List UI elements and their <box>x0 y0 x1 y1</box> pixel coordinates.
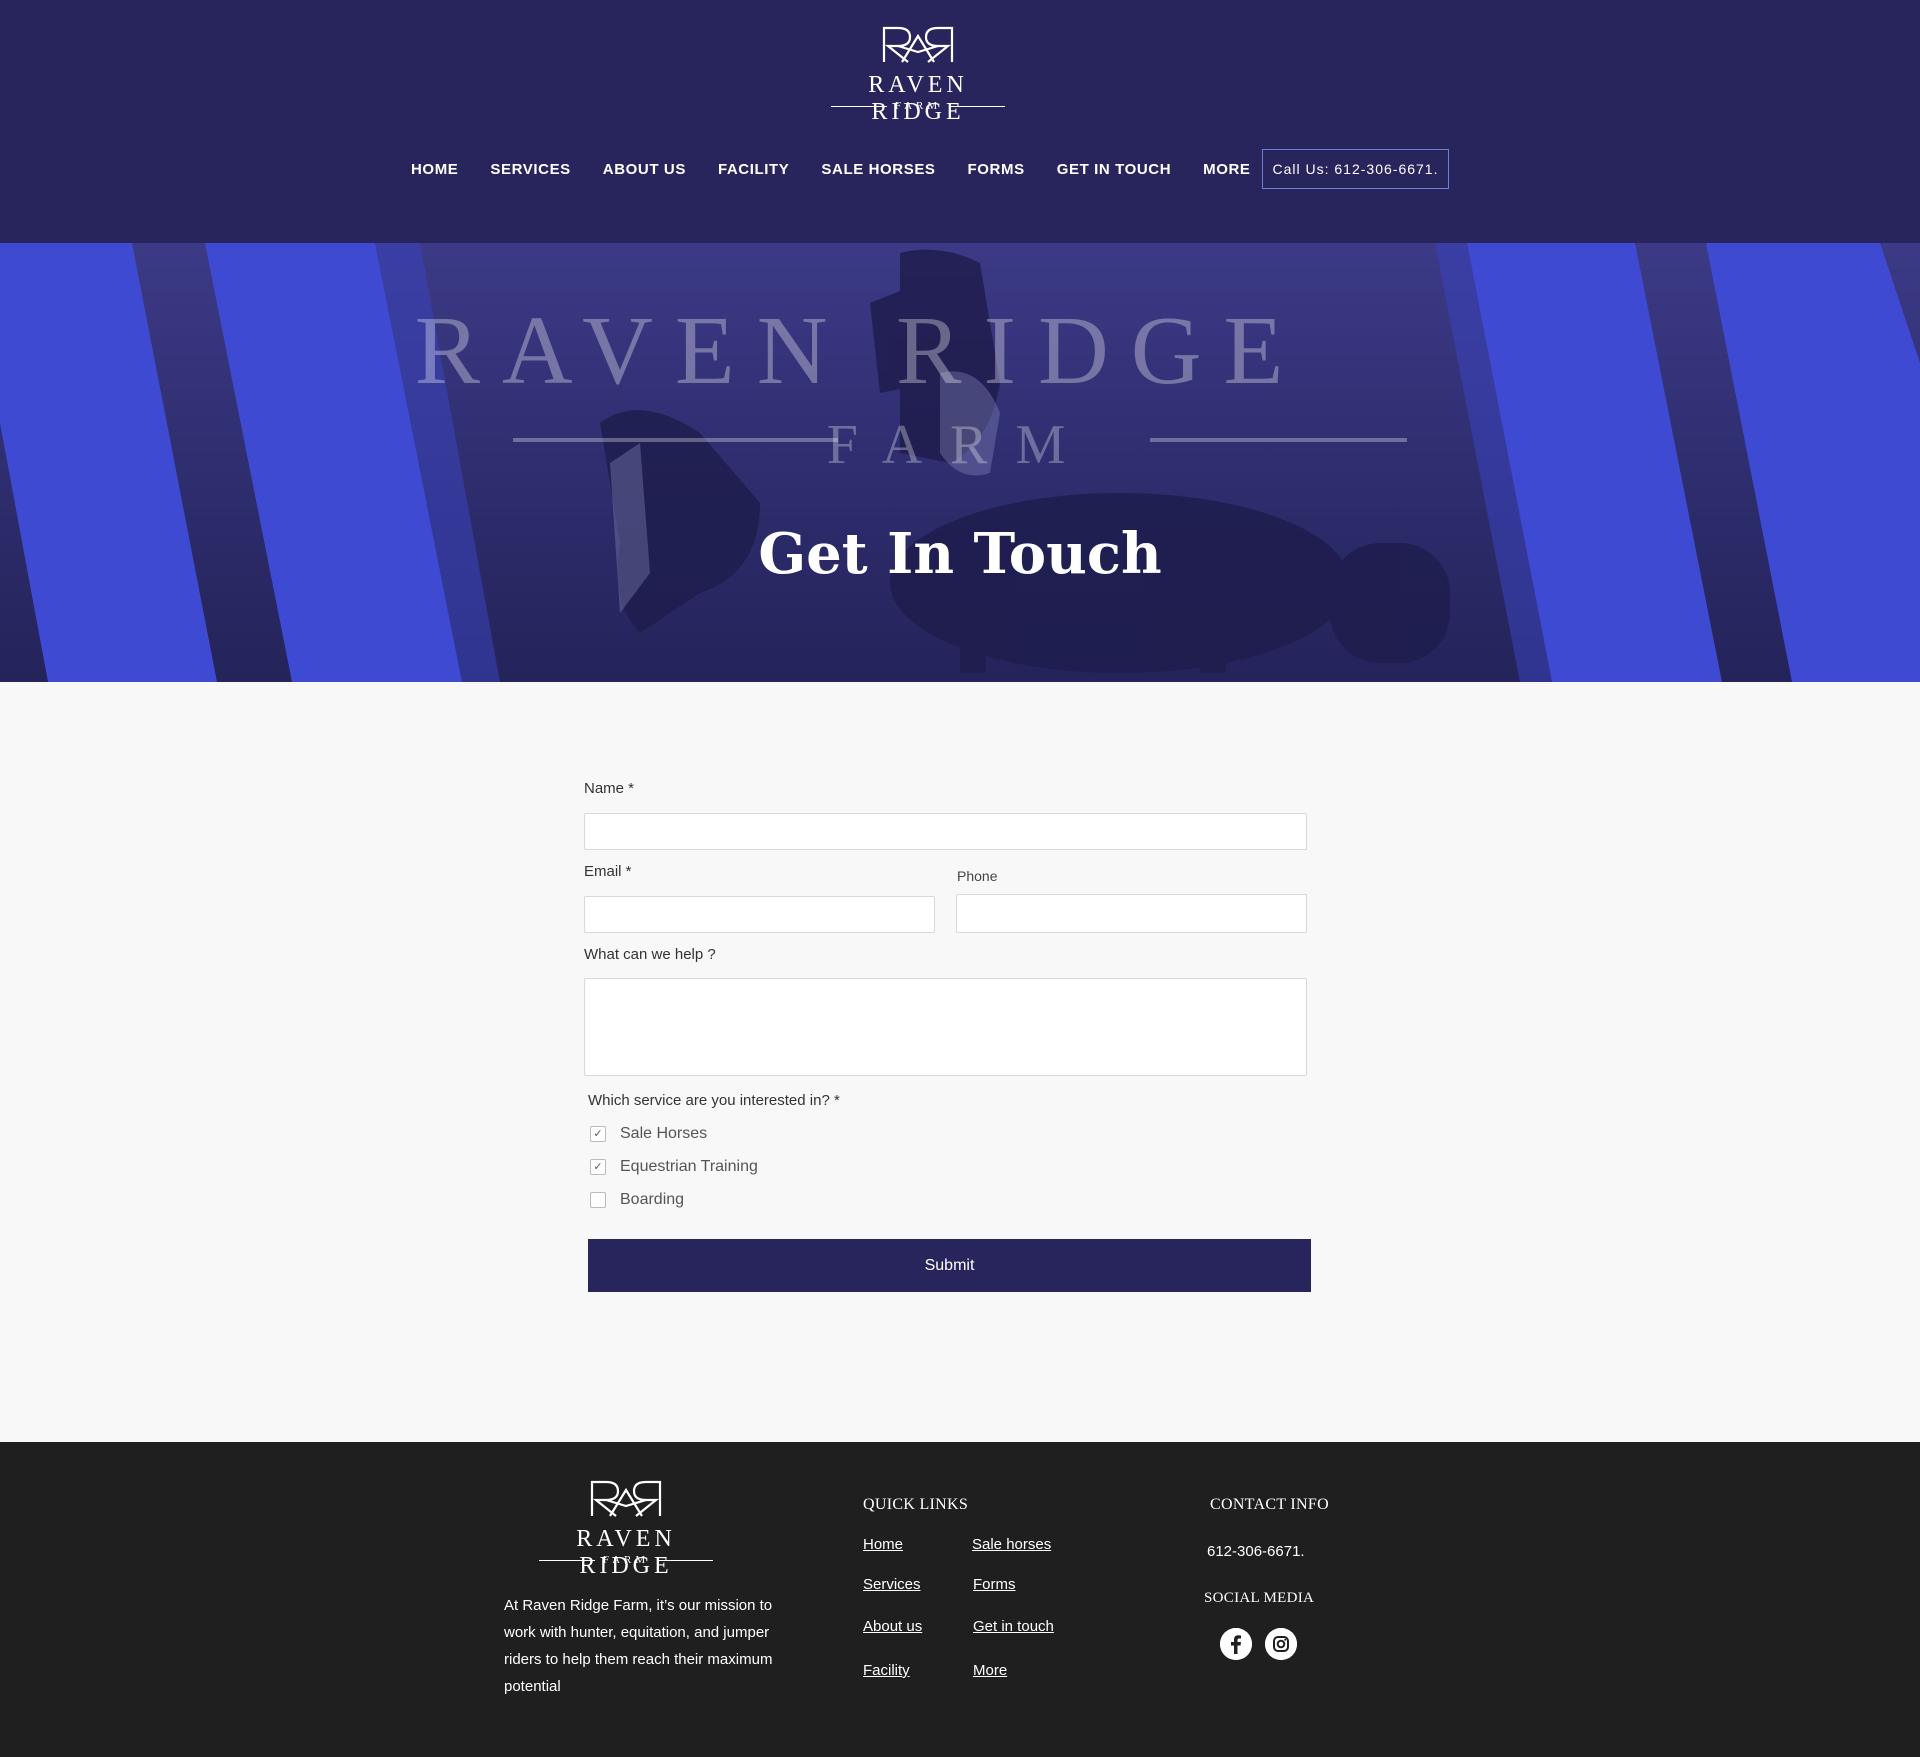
footer-link-about-us[interactable]: About us <box>863 1618 922 1635</box>
check-icon: ✓ <box>593 1127 603 1140</box>
checkbox-boarding[interactable] <box>590 1192 606 1208</box>
footer-link-get-in-touch[interactable]: Get in touch <box>973 1618 1054 1635</box>
service-option-equestrian-training[interactable]: ✓ Equestrian Training <box>590 1156 758 1178</box>
footer-logo[interactable]: RAVEN RIDGE FARM <box>526 1476 726 1579</box>
footer-link-services[interactable]: Services <box>863 1576 921 1593</box>
footer-link-facility[interactable]: Facility <box>863 1662 910 1679</box>
service-label: Which service are you interested in? * <box>588 1092 840 1109</box>
footer-phone[interactable]: 612-306-6671. <box>1207 1543 1305 1560</box>
footer-link-forms[interactable]: Forms <box>973 1576 1016 1593</box>
nav-about-us[interactable]: ABOUT US <box>603 161 686 178</box>
email-label: Email * <box>584 863 632 880</box>
checkbox-sale-horses[interactable]: ✓ <box>590 1126 606 1142</box>
nav-sale-horses[interactable]: SALE HORSES <box>821 161 935 178</box>
option-label: Sale Horses <box>620 1125 708 1142</box>
nav-home[interactable]: HOME <box>411 161 458 178</box>
email-field[interactable] <box>584 896 935 933</box>
hero-banner: RAVEN RIDGE FARM Get In Touch <box>0 243 1920 682</box>
hero-watermark-name: RAVEN RIDGE <box>415 297 1306 405</box>
option-label: Equestrian Training <box>620 1158 758 1175</box>
logo-name: RAVEN RIDGE <box>868 72 968 125</box>
facebook-icon[interactable] <box>1220 1628 1252 1660</box>
footer-link-sale-horses[interactable]: Sale horses <box>972 1536 1051 1553</box>
site-footer: RAVEN RIDGE FARM At Raven Ridge Farm, it… <box>0 1442 1920 1757</box>
site-logo[interactable]: RAVEN RIDGE FARM <box>818 22 1018 125</box>
call-us-button[interactable]: Call Us: 612-306-6671. <box>1262 149 1449 189</box>
main-nav: HOME SERVICES ABOUT US FACILITY SALE HOR… <box>411 149 1283 189</box>
footer-description: At Raven Ridge Farm, it’s our mission to… <box>504 1597 773 1695</box>
footer-logo-name: RAVEN RIDGE <box>576 1526 676 1579</box>
hero-watermark-sub: FARM <box>827 414 1094 476</box>
nav-facility[interactable]: FACILITY <box>718 161 789 178</box>
check-icon: ✓ <box>593 1160 603 1173</box>
help-label: What can we help ? <box>584 946 716 963</box>
footer-link-home[interactable]: Home <box>863 1536 903 1553</box>
phone-label: Phone <box>957 868 998 884</box>
phone-field[interactable] <box>956 894 1307 933</box>
message-textarea[interactable] <box>584 978 1307 1076</box>
site-header: RAVEN RIDGE FARM HOME SERVICES ABOUT US … <box>0 0 1920 243</box>
service-option-boarding[interactable]: Boarding <box>590 1189 684 1211</box>
name-field[interactable] <box>584 813 1307 850</box>
hero-background-image: RAVEN RIDGE FARM <box>0 243 1920 682</box>
checkbox-equestrian-training[interactable]: ✓ <box>590 1159 606 1175</box>
logo-subtitle: FARM <box>818 100 1018 112</box>
contact-info-heading: CONTACT INFO <box>1210 1496 1329 1513</box>
nav-more[interactable]: MORE <box>1203 161 1250 178</box>
footer-link-more[interactable]: More <box>973 1662 1007 1679</box>
submit-button[interactable]: Submit <box>588 1239 1311 1292</box>
logo-monogram-icon <box>590 1480 662 1517</box>
instagram-icon[interactable] <box>1265 1628 1297 1660</box>
nav-get-in-touch[interactable]: GET IN TOUCH <box>1057 161 1171 178</box>
service-option-sale-horses[interactable]: ✓ Sale Horses <box>590 1123 707 1145</box>
nav-forms[interactable]: FORMS <box>968 161 1025 178</box>
nav-services[interactable]: SERVICES <box>490 161 570 178</box>
logo-monogram-icon <box>882 26 954 63</box>
footer-logo-subtitle: FARM <box>526 1554 726 1566</box>
social-media-heading: SOCIAL MEDIA <box>1204 1590 1315 1606</box>
quick-links-heading: QUICK LINKS <box>863 1496 969 1513</box>
page-title: Get In Touch <box>758 521 1162 587</box>
option-label: Boarding <box>620 1191 685 1208</box>
name-label: Name * <box>584 780 635 797</box>
